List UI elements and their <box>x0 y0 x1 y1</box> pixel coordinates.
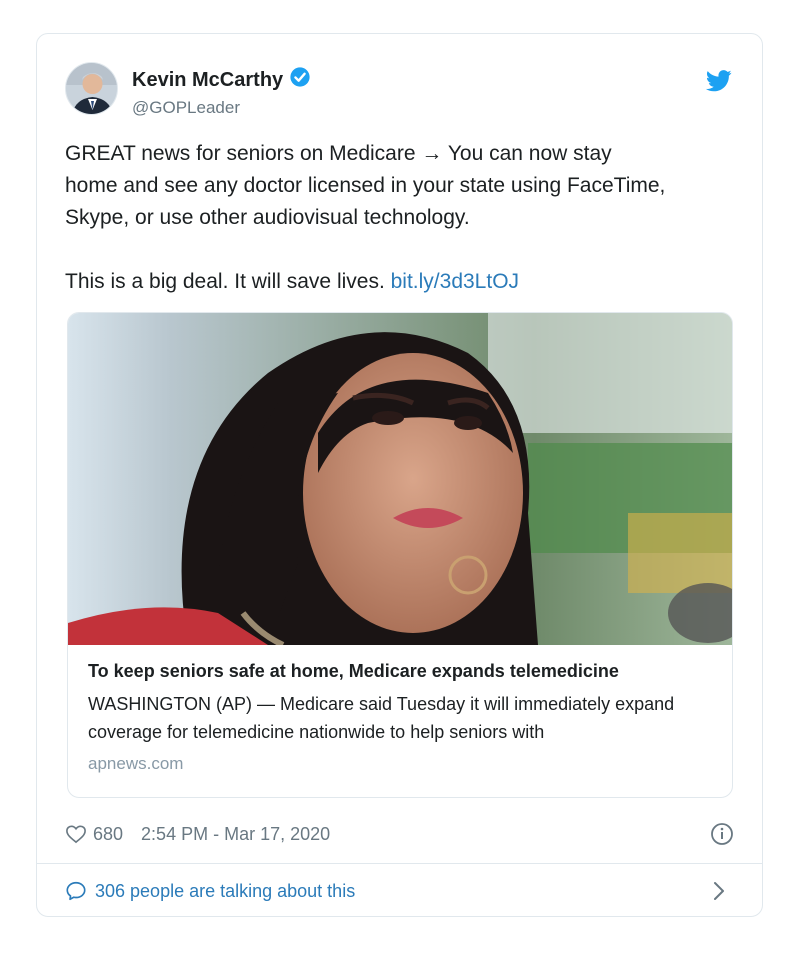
tweet-text: GREAT news for seniors on Medicare → You… <box>65 138 745 298</box>
footer-divider <box>37 863 762 864</box>
link-preview-domain: apnews.com <box>88 754 184 773</box>
link-preview-title: To keep seniors safe at home, Medicare e… <box>88 661 619 681</box>
link-preview-card[interactable]: To keep seniors safe at home, Medicare e… <box>67 312 733 798</box>
tweet-meta: 680 2:54 PM - Mar 17, 2020 <box>65 820 734 848</box>
link-preview-description: WASHINGTON (AP) — Medicare said Tuesday … <box>88 694 675 742</box>
like-count: 680 <box>93 823 124 844</box>
tweet-body: GREAT news for seniors on Medicare → You… <box>65 142 666 293</box>
speech-bubble-icon <box>66 881 86 901</box>
tweet-footer[interactable]: 306 people are talking about this <box>65 876 734 906</box>
conversation-link[interactable]: 306 people are talking about this <box>65 880 355 902</box>
chevron-right-icon[interactable] <box>712 880 726 907</box>
twitter-bird-icon[interactable] <box>705 70 732 97</box>
tweet-card: Kevin McCarthy @GOPLeader GREAT news for… <box>36 33 763 917</box>
link-preview-image <box>68 313 732 645</box>
author-handle[interactable]: @GOPLeader <box>132 98 311 118</box>
verified-badge-icon <box>289 66 311 94</box>
author-names: Kevin McCarthy @GOPLeader <box>132 66 311 118</box>
info-icon[interactable] <box>710 822 734 851</box>
tweet-timestamp[interactable]: 2:54 PM - Mar 17, 2020 <box>141 824 330 845</box>
heart-icon <box>66 825 86 844</box>
tweet-header: Kevin McCarthy @GOPLeader <box>65 62 734 118</box>
avatar[interactable] <box>65 62 118 115</box>
talking-text: 306 people are talking about this <box>95 880 356 901</box>
avatar-image <box>66 63 117 114</box>
like-button[interactable]: 680 <box>65 824 123 845</box>
author-display-name[interactable]: Kevin McCarthy <box>132 66 311 94</box>
author-name-text: Kevin McCarthy <box>132 68 284 91</box>
tweet-link[interactable]: bit.ly/3d3LtOJ <box>391 270 519 293</box>
link-preview-body: To keep seniors safe at home, Medicare e… <box>88 661 716 774</box>
